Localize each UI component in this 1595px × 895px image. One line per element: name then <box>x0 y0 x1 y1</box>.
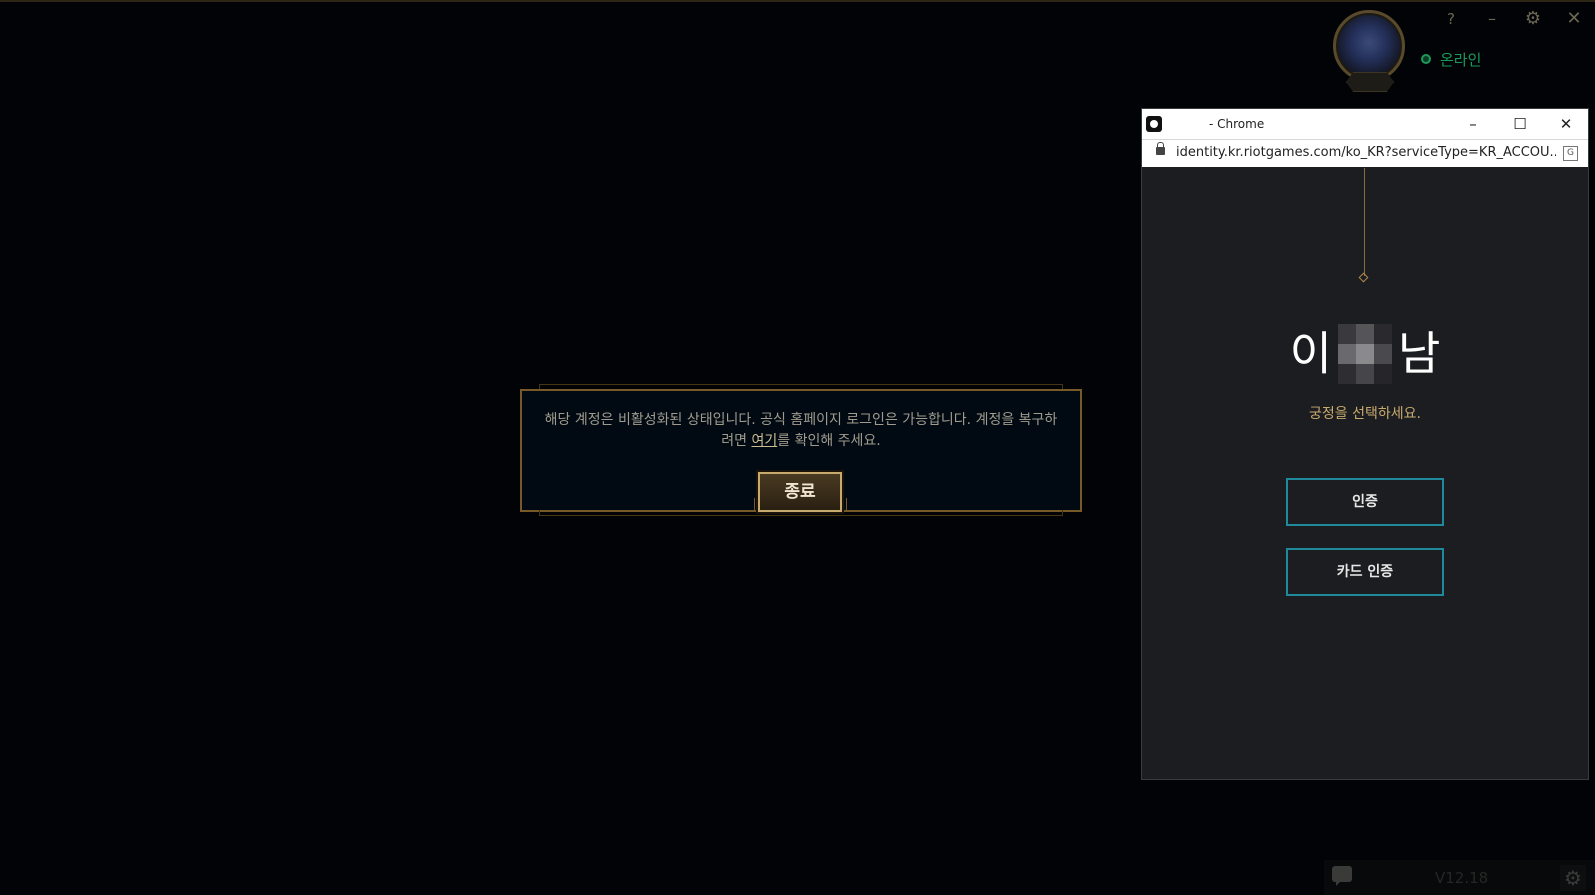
lock-icon[interactable] <box>1156 142 1165 155</box>
status-online-icon <box>1421 54 1431 64</box>
chrome-title: - Chrome <box>1209 117 1265 131</box>
chrome-popup-window: - Chrome – ☐ ✕ identity.kr.riotgames.com… <box>1141 108 1589 780</box>
name-first-char: 이 <box>1289 326 1332 381</box>
button-frame-right <box>846 498 847 510</box>
level-badge <box>1346 72 1394 92</box>
version-label: V12.18 <box>1435 869 1489 887</box>
user-name: 이남 <box>1141 320 1589 384</box>
chrome-title-bar[interactable]: - Chrome – ☐ ✕ <box>1142 109 1588 139</box>
url-text[interactable]: identity.kr.riotgames.com/ko_KR?serviceT… <box>1176 145 1556 161</box>
dialog-message-part2: 를 확인해 주세요. <box>777 433 881 449</box>
recover-account-link[interactable]: 여기 <box>751 433 777 449</box>
avatar[interactable] <box>1333 10 1405 82</box>
dialog-message: 해당 계정은 비활성화된 상태입니다. 공식 홈페이지 로그인은 가능합니다. … <box>543 410 1059 452</box>
card-verify-button[interactable]: 카드 인증 <box>1286 548 1444 596</box>
window-minimize-icon[interactable]: – <box>1462 113 1484 135</box>
bug-report-icon[interactable]: ⚙ <box>1560 865 1586 891</box>
select-prompt: 궁정을 선택하세요. <box>1309 406 1421 422</box>
chat-icon[interactable] <box>1332 866 1352 886</box>
address-bar[interactable]: identity.kr.riotgames.com/ko_KR?serviceT… <box>1142 139 1588 167</box>
top-border <box>0 0 1595 2</box>
window-close-icon[interactable]: ✕ <box>1555 113 1577 135</box>
status-text[interactable]: 온라인 <box>1440 50 1481 70</box>
chrome-app-icon <box>1146 116 1162 132</box>
censored-name-mosaic <box>1338 323 1392 384</box>
decorative-line <box>1364 168 1365 276</box>
translate-icon[interactable]: G <box>1563 146 1578 161</box>
window-maximize-icon[interactable]: ☐ <box>1509 113 1531 135</box>
button-frame-left <box>754 498 755 510</box>
verify-button[interactable]: 인증 <box>1286 478 1444 526</box>
name-last-char: 남 <box>1398 326 1441 381</box>
minimize-icon[interactable]: – <box>1479 6 1505 32</box>
help-icon[interactable]: ? <box>1438 6 1464 32</box>
gear-icon[interactable]: ⚙ <box>1520 6 1546 32</box>
exit-button[interactable]: 종료 <box>758 472 842 512</box>
close-icon[interactable]: ✕ <box>1561 6 1587 32</box>
